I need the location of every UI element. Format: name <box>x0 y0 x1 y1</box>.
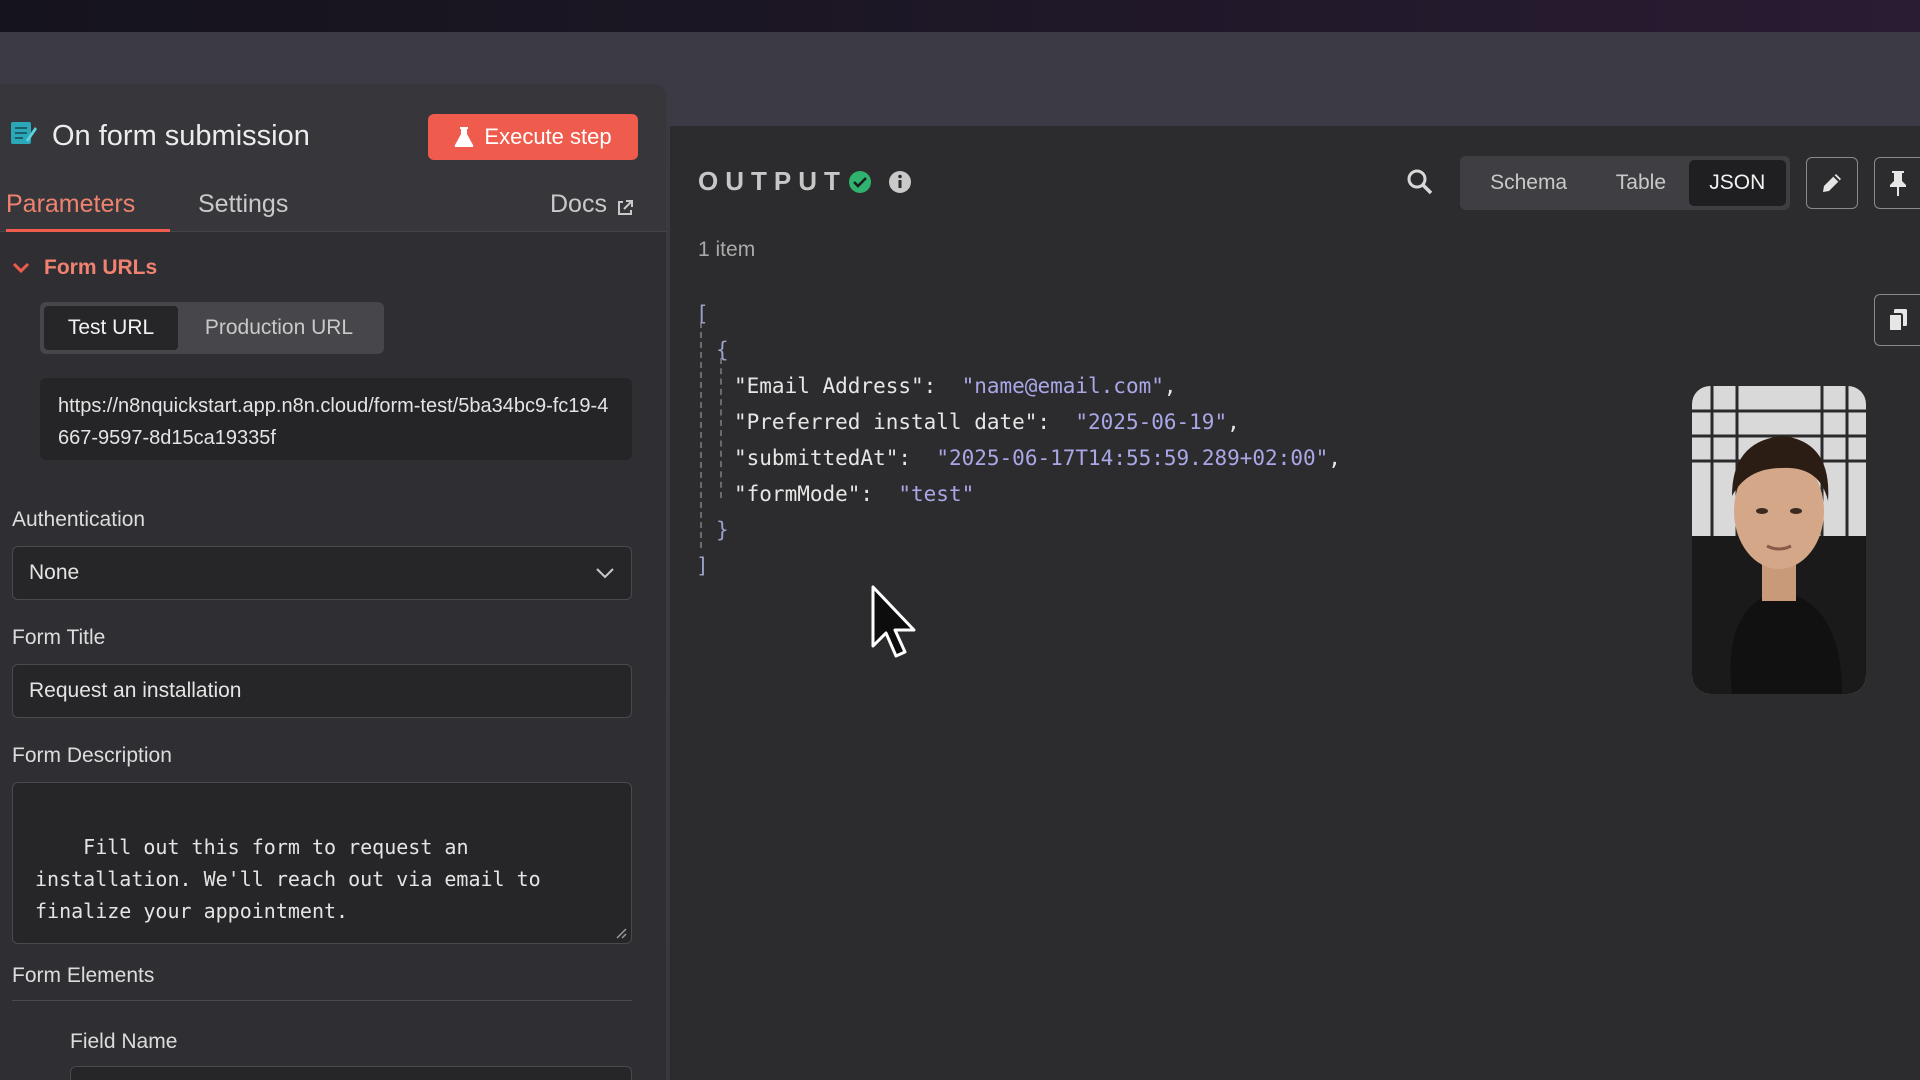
json-row: "formMode": "test" <box>734 476 974 512</box>
node-parameters-panel: On form submission Execute step Paramete… <box>0 84 668 1080</box>
json-key: "formMode": <box>734 482 874 506</box>
json-key: "Preferred install date": <box>734 410 1051 434</box>
panel-tabs: Parameters Settings Docs <box>0 182 666 232</box>
production-url-option[interactable]: Production URL <box>178 306 380 350</box>
url-type-toggle: Test URL Production URL <box>40 302 384 354</box>
json-comma: , <box>1163 374 1177 398</box>
json-key: "Email Address": <box>734 374 937 398</box>
chevron-down-icon <box>596 568 614 579</box>
chevron-down-icon <box>12 262 30 274</box>
form-url-display[interactable]: https://n8nquickstart.app.n8n.cloud/form… <box>40 378 632 460</box>
tab-parameters[interactable]: Parameters <box>6 182 170 232</box>
pin-data-button[interactable] <box>1874 157 1920 209</box>
json-value: "name@email.com" <box>961 374 1164 398</box>
node-title: On form submission <box>52 120 310 152</box>
top-strip <box>0 0 1920 32</box>
indent-guide <box>700 322 702 548</box>
flask-icon <box>455 127 474 147</box>
authentication-select[interactable]: None <box>12 546 632 600</box>
test-url-option[interactable]: Test URL <box>44 306 178 350</box>
json-value: "test" <box>898 482 975 506</box>
search-icon[interactable] <box>1406 168 1434 196</box>
copy-icon <box>1887 309 1907 332</box>
form-title-input[interactable]: Request an installation <box>12 664 632 718</box>
json-row: "Preferred install date": "2025-06-19", <box>734 404 1240 440</box>
form-urls-section-toggle[interactable]: Form URLs <box>12 256 157 280</box>
form-node-icon <box>11 122 37 144</box>
info-icon[interactable] <box>888 170 912 194</box>
execute-step-label: Execute step <box>484 124 612 149</box>
form-description-text: Fill out this form to request an install… <box>35 835 541 923</box>
authentication-label: Authentication <box>12 508 146 531</box>
json-key: "submittedAt": <box>734 446 912 470</box>
tab-settings[interactable]: Settings <box>198 182 288 232</box>
view-json-option[interactable]: JSON <box>1688 160 1786 206</box>
json-close-array: ] <box>696 554 709 578</box>
check-circle-icon <box>849 171 871 193</box>
view-table-option[interactable]: Table <box>1593 160 1688 206</box>
json-value: "2025-06-19" <box>1075 410 1228 434</box>
external-link-icon <box>617 200 633 215</box>
divider <box>12 1000 632 1001</box>
json-value: "2025-06-17T14:55:59.289+02:00" <box>936 446 1329 470</box>
docs-link[interactable]: Docs <box>550 182 635 232</box>
view-schema-option[interactable]: Schema <box>1464 160 1593 206</box>
json-open-array: [ <box>696 302 709 326</box>
form-title-label: Form Title <box>12 626 106 649</box>
resize-handle-icon[interactable] <box>613 925 627 939</box>
pencil-icon <box>1823 174 1841 192</box>
webcam-overlay <box>1692 386 1866 694</box>
json-open-object: { <box>716 338 729 362</box>
authentication-value: None <box>29 561 80 584</box>
json-comma: , <box>1227 410 1240 434</box>
docs-label: Docs <box>550 190 607 218</box>
json-close-object: } <box>716 518 729 542</box>
json-row: "Email Address": "name@email.com", <box>734 368 1177 404</box>
output-title: OUTPUT <box>698 166 847 196</box>
field-name-label: Field Name <box>70 1030 178 1053</box>
execute-step-button[interactable]: Execute step <box>428 114 638 160</box>
indent-guide <box>720 358 722 498</box>
copy-output-button[interactable] <box>1874 294 1920 346</box>
form-elements-label: Form Elements <box>12 964 155 987</box>
mouse-pointer-icon <box>871 585 916 658</box>
form-urls-label: Form URLs <box>44 256 158 279</box>
item-count: 1 item <box>698 238 756 261</box>
json-output[interactable]: [ { "Email Address": "name@email.com", "… <box>696 296 1496 578</box>
json-comma: , <box>1328 446 1341 470</box>
form-description-label: Form Description <box>12 744 172 767</box>
panel-header: On form submission Execute step Paramete… <box>0 84 666 232</box>
edit-output-button[interactable] <box>1806 157 1858 209</box>
form-description-textarea[interactable]: Fill out this form to request an install… <box>12 782 632 944</box>
field-name-input[interactable] <box>70 1066 632 1080</box>
json-row: "submittedAt": "2025-06-17T14:55:59.289+… <box>734 440 1341 476</box>
pin-icon <box>1889 171 1906 196</box>
output-view-toggle: Schema Table JSON <box>1460 156 1790 210</box>
presenter-image <box>1692 386 1866 694</box>
